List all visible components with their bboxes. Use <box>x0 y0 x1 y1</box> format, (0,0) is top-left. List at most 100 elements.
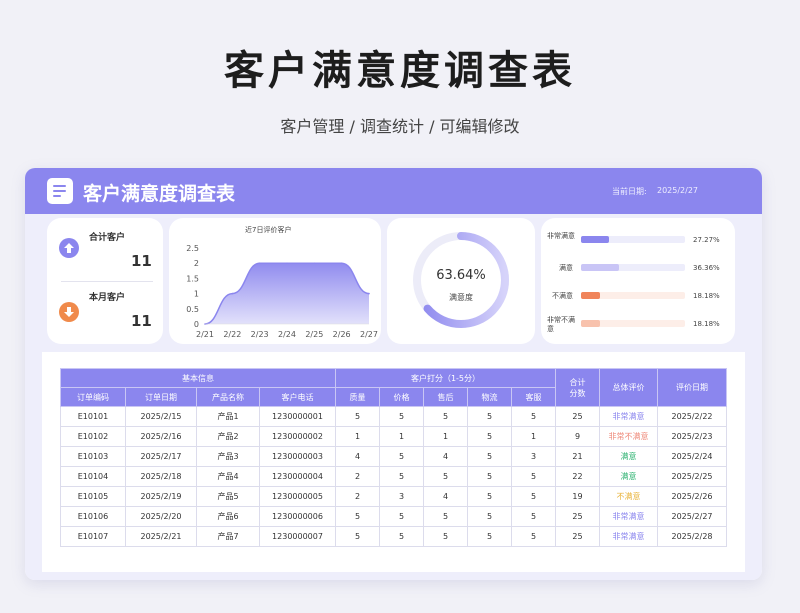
card-title: 客户满意度调查表 <box>83 183 236 205</box>
overall-rating-header: 总体评价 <box>599 368 658 407</box>
table-row[interactable]: E10107 2025/2/21 产品7 1230000007 5 5 5 5 5 25 非常满意 2… <box>60 526 727 547</box>
table-cell: 5 <box>467 526 512 547</box>
table-cell: 5 <box>423 526 468 547</box>
table-cell: 2025/2/21 <box>125 526 197 547</box>
table-cell: 产品4 <box>196 466 260 487</box>
review-date-cell: 2025/2/26 <box>657 486 727 507</box>
review-date-cell: 2025/2/24 <box>657 446 727 467</box>
data-point <box>231 292 234 295</box>
table-row[interactable]: E10106 2025/2/20 产品6 1230000006 5 5 5 5 5 25 非常满意 2… <box>60 506 727 527</box>
table-cell: 25 <box>555 506 600 527</box>
table-row[interactable]: E10105 2025/2/19 产品5 1230000005 2 3 4 5 5 19 不满意 20… <box>60 486 727 507</box>
rating-bar-fill <box>581 264 619 271</box>
table-cell: 5 <box>467 426 512 447</box>
rating-tag: 不满意 <box>599 486 658 507</box>
rating-label: 不满意 <box>552 292 573 300</box>
table-cell: 5 <box>467 406 512 427</box>
month-customers-value: 11 <box>131 312 152 330</box>
review-date-cell: 2025/2/25 <box>657 466 727 487</box>
column-header: 价格 <box>379 387 424 407</box>
table-cell: 5 <box>423 406 468 427</box>
table-cell: E10102 <box>60 426 126 447</box>
rating-tag: 满意 <box>599 446 658 467</box>
data-point <box>286 262 288 264</box>
y-tick-label: 0 <box>194 320 199 329</box>
x-tick-label: 2/27 <box>360 330 378 339</box>
table-cell: E10107 <box>60 526 126 547</box>
rating-tag: 满意 <box>599 466 658 487</box>
table-cell: 2025/2/15 <box>125 406 197 427</box>
review-date-cell: 2025/2/23 <box>657 426 727 447</box>
rating-bar-track <box>581 264 685 271</box>
data-point <box>313 262 316 264</box>
table-cell: 5 <box>467 446 512 467</box>
satisfaction-percent: 63.64% <box>436 268 486 283</box>
rating-bar-track <box>581 320 685 327</box>
table-cell: 4 <box>335 446 380 467</box>
rating-bar-fill <box>581 292 600 299</box>
table-cell: 5 <box>467 506 512 527</box>
table-cell: 5 <box>467 486 512 507</box>
y-tick-label: 2.5 <box>186 244 199 253</box>
table-row[interactable]: E10103 2025/2/17 产品3 1230000003 4 5 4 5 3 21 满意 202… <box>60 446 727 467</box>
x-tick-label: 2/24 <box>278 330 296 339</box>
month-customers-label: 本月客户 <box>89 293 126 303</box>
page-subtitle: 客户管理 / 调查统计 / 可编辑修改 <box>280 117 520 136</box>
column-header: 售后 <box>423 387 468 407</box>
rating-label: 非常不满意 <box>547 316 575 333</box>
column-header: 客户电话 <box>259 387 336 407</box>
table-cell: 5 <box>423 466 468 487</box>
card-header: 客户满意度调查表 当前日期: 2025/2/27 <box>25 168 762 214</box>
table-cell: 5 <box>335 506 380 527</box>
table-cell: 5 <box>335 406 380 427</box>
total-score-header: 合计分数 <box>555 368 600 407</box>
table-cell: 2025/2/17 <box>125 446 197 467</box>
table-cell: 1 <box>379 426 424 447</box>
table-cell: 5 <box>379 466 424 487</box>
table-row[interactable]: E10104 2025/2/18 产品4 1230000004 2 5 5 5 5 22 满意 202… <box>60 466 727 487</box>
table-cell: 产品3 <box>196 446 260 467</box>
table-cell: 5 <box>379 406 424 427</box>
survey-card: 客户满意度调查表 当前日期: 2025/2/27 合计客户 11 本月客户 11… <box>25 168 762 580</box>
table-cell: 2025/2/18 <box>125 466 197 487</box>
rating-tag: 非常满意 <box>599 526 658 547</box>
table-row[interactable]: E10101 2025/2/15 产品1 1230000001 5 5 5 5 5 25 非常满意 2… <box>60 406 727 427</box>
column-header: 物流 <box>467 387 512 407</box>
rating-distribution-panel: 非常满意 27.27% 满意 36.36% 不满意 18.18% 非常不满意 18.18% <box>541 218 735 344</box>
survey-table: 基本信息 客户打分（1-5分） 合计分数 总体评价 评价日期 订单编码 订单日期产… <box>60 368 727 547</box>
satisfaction-label: 满意度 <box>449 293 473 302</box>
recent-reviews-chart-panel: 近7日评价客户 0 0.5 1 1.5 2 2.5 2/21 2/22 2/23 2/24 2/25… <box>169 218 381 344</box>
table-cell: 1230000005 <box>259 486 336 507</box>
table-row[interactable]: E10102 2025/2/16 产品2 1230000002 1 1 1 5 1 9 非常不满意 2… <box>60 426 727 447</box>
table-cell: 4 <box>423 486 468 507</box>
document-icon <box>47 178 73 204</box>
table-area: 基本信息 客户打分（1-5分） 合计分数 总体评价 评价日期 订单编码 订单日期产… <box>25 348 762 580</box>
table-cell: 5 <box>467 466 512 487</box>
column-header: 质量 <box>335 387 380 407</box>
table-cell: 产品6 <box>196 506 260 527</box>
table-cell: 5 <box>335 526 380 547</box>
table-cell: 1 <box>335 426 380 447</box>
table-cell: 产品7 <box>196 526 260 547</box>
customer-stats-panel: 合计客户 11 本月客户 11 <box>47 218 163 344</box>
table-cell: 5 <box>423 506 468 527</box>
rating-label: 满意 <box>559 264 573 272</box>
table-cell: 25 <box>555 406 600 427</box>
table-cell: 1230000002 <box>259 426 336 447</box>
review-date-cell: 2025/2/22 <box>657 406 727 427</box>
rating-bar-fill <box>581 320 600 327</box>
table-cell: E10101 <box>60 406 126 427</box>
table-cell: E10103 <box>60 446 126 467</box>
table-cell: 产品1 <box>196 406 260 427</box>
table-cell: 1230000001 <box>259 406 336 427</box>
table-cell: 1230000003 <box>259 446 336 467</box>
table-cell: 2 <box>335 486 380 507</box>
table-cell: 2 <box>335 466 380 487</box>
table-cell: 1 <box>511 426 556 447</box>
data-point <box>258 262 261 264</box>
current-date-label: 当前日期: <box>612 187 647 196</box>
dashboard-area: 合计客户 11 本月客户 11 近7日评价客户 0 0.5 1 1.5 2 2.5 2/21… <box>25 214 762 348</box>
table-cell: 2025/2/20 <box>125 506 197 527</box>
table-cell: 4 <box>423 446 468 467</box>
rating-tag: 非常不满意 <box>599 426 658 447</box>
